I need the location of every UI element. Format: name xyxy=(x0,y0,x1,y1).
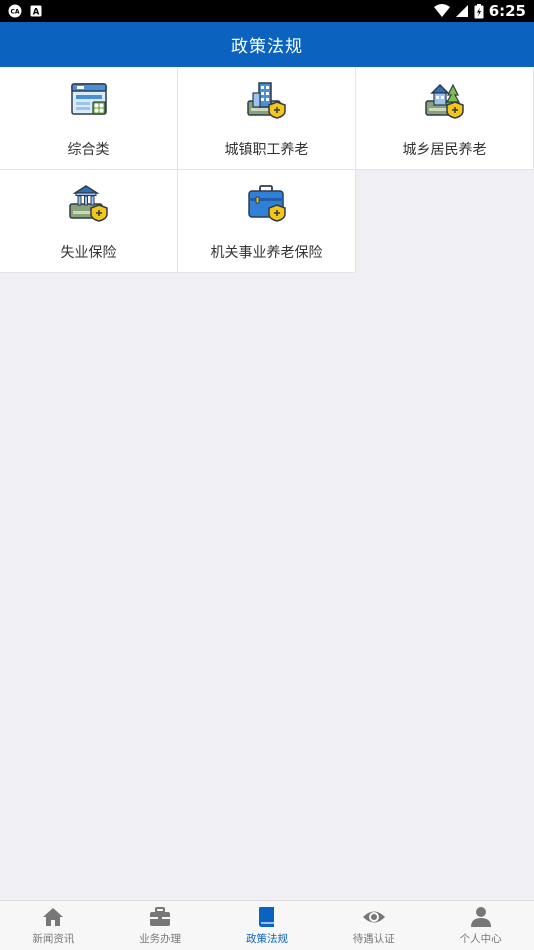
bottom-nav: 新闻资讯 业务办理 政策法规 待遇认证 个人中心 xyxy=(0,900,534,950)
status-right: 6:25 xyxy=(433,2,526,20)
nav-label: 待遇认证 xyxy=(352,932,395,945)
page-title: 政策法规 xyxy=(231,37,303,57)
nav-label: 新闻资讯 xyxy=(32,932,75,945)
nav-news[interactable]: 新闻资讯 xyxy=(0,901,107,950)
person-icon xyxy=(470,906,491,927)
bank-shield-icon xyxy=(68,185,108,222)
nav-label: 业务办理 xyxy=(139,932,182,945)
category-rural-resident-pension[interactable]: 城乡居民养老 xyxy=(356,67,534,170)
status-left: CA A xyxy=(8,4,42,18)
nav-policy[interactable]: 政策法规 xyxy=(214,901,321,950)
urban-building-icon xyxy=(246,82,286,119)
nav-label: 个人中心 xyxy=(459,932,502,945)
category-label: 城镇职工养老 xyxy=(224,142,309,158)
briefcase-shield-icon xyxy=(247,185,286,222)
svg-text:A: A xyxy=(33,8,40,18)
wifi-icon xyxy=(433,4,450,18)
ca-icon: CA xyxy=(8,4,22,18)
category-label: 综合类 xyxy=(67,142,110,158)
a-icon: A xyxy=(30,5,42,17)
status-time: 6:25 xyxy=(488,2,526,20)
eye-icon xyxy=(362,911,385,922)
nav-profile[interactable]: 个人中心 xyxy=(427,901,534,950)
home-icon xyxy=(43,907,64,926)
app-bar: 政策法规 xyxy=(0,22,534,67)
status-bar: CA A 6:25 xyxy=(0,0,534,22)
svg-text:CA: CA xyxy=(10,9,19,16)
book-icon xyxy=(258,906,274,927)
nav-benefit-verification[interactable]: 待遇认证 xyxy=(320,901,427,950)
rural-house-icon xyxy=(424,83,464,119)
category-label: 机关事业养老保险 xyxy=(210,245,323,261)
category-grid: 综合类 城镇职工养老 城乡居民养老 失业保险 机关事业养老保险 xyxy=(0,67,534,273)
category-label: 失业保险 xyxy=(60,245,117,261)
briefcase-icon xyxy=(150,906,171,926)
nav-business[interactable]: 业务办理 xyxy=(107,901,214,950)
signal-icon xyxy=(455,4,469,18)
nav-label: 政策法规 xyxy=(245,932,288,945)
category-label: 城乡居民养老 xyxy=(402,142,487,158)
battery-icon xyxy=(474,3,484,19)
category-urban-employee-pension[interactable]: 城镇职工养老 xyxy=(178,67,356,170)
category-unemployment-insurance[interactable]: 失业保险 xyxy=(0,170,178,273)
category-general[interactable]: 综合类 xyxy=(0,67,178,170)
general-doc-icon xyxy=(70,83,107,115)
category-institution-pension-insurance[interactable]: 机关事业养老保险 xyxy=(178,170,356,273)
